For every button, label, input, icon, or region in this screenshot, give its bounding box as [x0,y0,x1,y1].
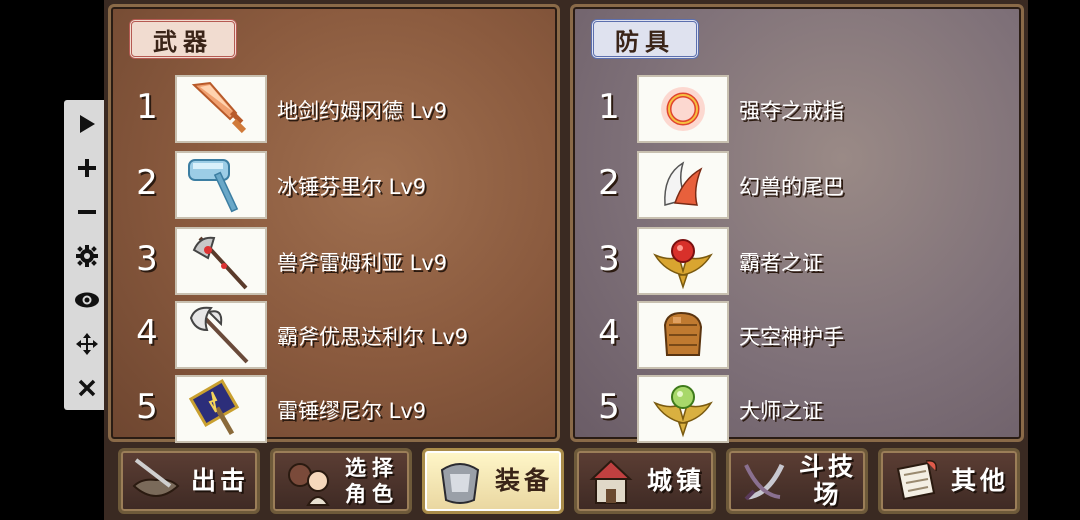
select-character-label: 选择 角色 [335,455,409,507]
item-name: 冰锤芬里尔 Lv9 [277,175,427,199]
rank-number: 5 [136,387,158,427]
item-name: 幻兽的尾巴 [739,175,844,199]
rank-number: 2 [598,163,620,203]
armor-row[interactable]: 3 霸者之证 [573,227,1021,297]
battle-axe-icon [175,301,267,369]
weapon-row[interactable]: 2 冰锤芬里尔 Lv9 [111,151,557,221]
rank-number: 4 [598,313,620,353]
town-label: 城镇 [646,466,705,495]
sortie-label: 出击 [190,466,249,495]
select-character-button[interactable]: 选择 角色 [270,448,412,514]
ice-hammer-icon [175,151,267,219]
town-icon [585,454,639,508]
armor-icon [433,454,487,508]
rank-number: 2 [136,163,158,203]
select-character-label-line2: 角色 [345,482,399,506]
equipment-label: 装备 [494,466,553,495]
armor-panel: 防具 1 强夺之戒指 2 幻兽的尾巴 3 霸者之证 4 天空神护手 5 大师之证 [570,4,1024,445]
red-emblem-icon [637,227,729,295]
town-button[interactable]: 城镇 [574,448,716,514]
green-emblem-icon [637,375,729,443]
item-name: 地剑约姆冈德 Lv9 [277,99,448,123]
beast-axe-icon [175,227,267,295]
rank-number: 4 [136,313,158,353]
armor-row[interactable]: 5 大师之证 [573,375,1021,445]
equipment-button[interactable]: 装备 [422,448,564,514]
thunder-hammer-icon [175,375,267,443]
other-label: 其他 [950,466,1009,495]
arena-icon [737,454,791,508]
rank-number: 3 [598,239,620,279]
select-character-label-line1: 选择 [345,456,399,480]
other-button[interactable]: 其他 [878,448,1020,514]
weapon-row[interactable]: 1 地剑约姆冈德 Lv9 [111,75,557,145]
ring-icon [637,75,729,143]
armor-row[interactable]: 4 天空神护手 [573,301,1021,371]
item-name: 天空神护手 [739,325,844,349]
orange-sword-icon [175,75,267,143]
item-name: 雷锤缪尼尔 Lv9 [277,399,427,423]
bottom-nav: 出击 选择 角色 装备 城镇 斗技场 其他 [104,448,1028,516]
sortie-button[interactable]: 出击 [118,448,260,514]
item-name: 大师之证 [739,399,823,423]
scroll-icon [889,454,943,508]
rank-number: 5 [598,387,620,427]
rank-number: 1 [136,87,158,127]
tail-icon [637,151,729,219]
item-name: 强夺之戒指 [739,99,844,123]
gauntlet-icon [637,301,729,369]
game-screen: 武器 1 地剑约姆冈德 Lv9 2 冰锤芬里尔 Lv9 3 兽斧雷姆利亚 Lv9… [104,0,1028,520]
weapon-row[interactable]: 4 霸斧优思达利尔 Lv9 [111,301,557,371]
sortie-icon [129,454,183,508]
rank-number: 3 [136,239,158,279]
armor-row[interactable]: 2 幻兽的尾巴 [573,151,1021,221]
weapon-row[interactable]: 5 雷锤缪尼尔 Lv9 [111,375,557,445]
armor-row[interactable]: 1 强夺之戒指 [573,75,1021,145]
weapon-row[interactable]: 3 兽斧雷姆利亚 Lv9 [111,227,557,297]
weapons-panel-title: 武器 [129,19,237,59]
arena-button[interactable]: 斗技场 [726,448,868,514]
character-icon [281,454,335,508]
item-name: 兽斧雷姆利亚 Lv9 [277,251,448,275]
armor-panel-title: 防具 [591,19,699,59]
item-name: 霸者之证 [739,251,823,275]
item-name: 霸斧优思达利尔 Lv9 [277,325,469,349]
weapons-panel: 武器 1 地剑约姆冈德 Lv9 2 冰锤芬里尔 Lv9 3 兽斧雷姆利亚 Lv9… [108,4,560,445]
arena-label: 斗技场 [798,452,857,509]
rank-number: 1 [598,87,620,127]
